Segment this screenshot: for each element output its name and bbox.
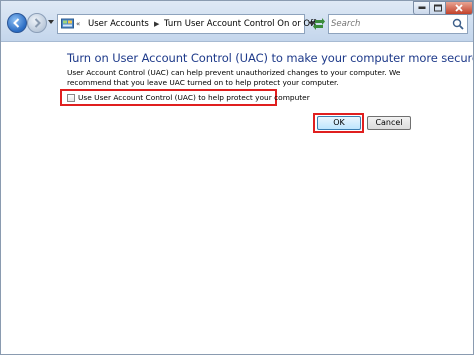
breadcrumb-user-accounts[interactable]: User Accounts <box>88 18 149 30</box>
search-icon[interactable] <box>452 18 464 30</box>
control-panel-icon <box>61 18 74 29</box>
search-box[interactable] <box>328 14 468 34</box>
search-input[interactable] <box>331 17 446 31</box>
uac-checkbox[interactable] <box>67 94 75 102</box>
minimize-button[interactable] <box>413 1 430 15</box>
uac-settings-panel: Turn on User Account Control (UAC) to ma… <box>1 42 473 354</box>
control-panel-window: « User Accounts ▶ Turn User Account Cont… <box>0 0 474 355</box>
page-description: User Account Control (UAC) can help prev… <box>67 68 401 87</box>
recent-pages-dropdown-icon[interactable] <box>48 19 54 25</box>
maximize-button[interactable] <box>430 1 446 15</box>
breadcrumb-uac-page[interactable]: Turn User Account Control On or Off <box>164 18 316 30</box>
maximize-icon <box>433 4 442 12</box>
forward-arrow-icon <box>34 18 41 28</box>
minimize-icon <box>418 6 425 9</box>
close-icon <box>455 4 463 12</box>
address-bar[interactable]: « User Accounts ▶ Turn User Account Cont… <box>57 14 316 34</box>
close-button[interactable] <box>446 1 473 15</box>
navigation-bar: « User Accounts ▶ Turn User Account Cont… <box>1 1 473 42</box>
back-button[interactable] <box>7 13 27 33</box>
back-arrow-icon <box>13 18 20 28</box>
forward-button[interactable] <box>27 13 47 33</box>
cancel-button[interactable]: Cancel <box>367 116 411 130</box>
page-title: Turn on User Account Control (UAC) to ma… <box>67 51 474 65</box>
refresh-icon[interactable] <box>311 15 327 33</box>
ok-button[interactable]: OK <box>317 116 361 130</box>
recent-locations-chevron[interactable]: « <box>76 18 80 30</box>
uac-checkbox-label[interactable]: Use User Account Control (UAC) to help p… <box>78 92 310 103</box>
breadcrumb-separator[interactable]: ▶ <box>154 18 159 30</box>
